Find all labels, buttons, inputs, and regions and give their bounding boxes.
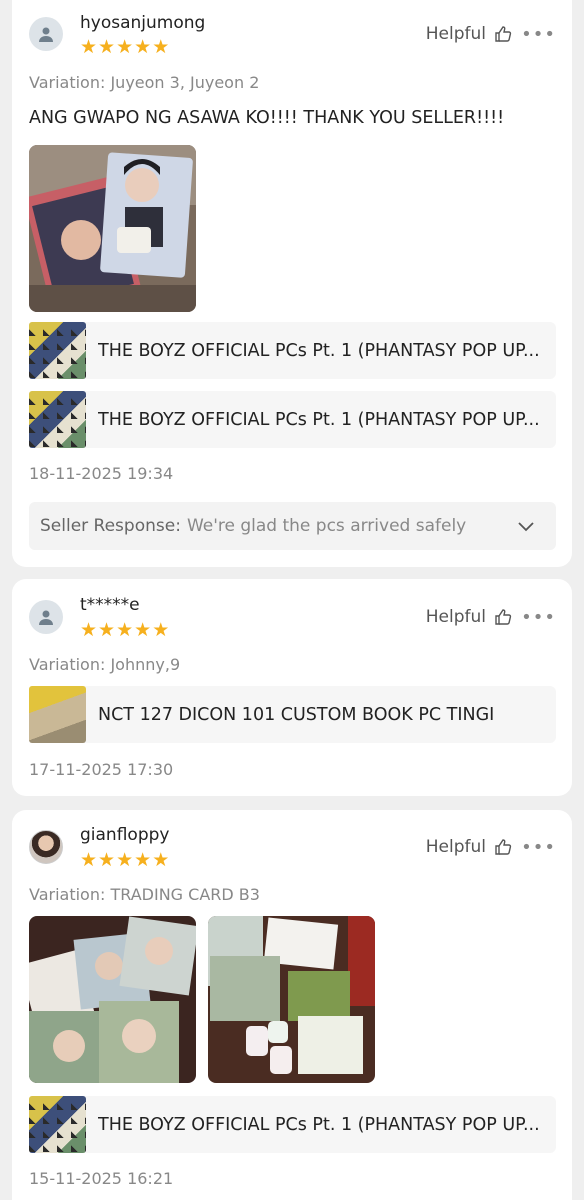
user-icon bbox=[39, 27, 53, 42]
review-photo[interactable] bbox=[29, 145, 196, 312]
product-thumbnail bbox=[29, 686, 86, 743]
variation-label: Variation: Juyeon 3, Juyeon 2 bbox=[29, 73, 260, 92]
review-photo[interactable] bbox=[208, 916, 375, 1083]
star-icon: ★ bbox=[98, 36, 116, 58]
star-icon: ★ bbox=[134, 619, 152, 641]
rating-stars: ★ ★ ★ ★ ★ bbox=[80, 38, 169, 57]
seller-response-text: We're glad the pcs arrived safely bbox=[186, 516, 467, 536]
helpful-button[interactable]: Helpful bbox=[426, 607, 512, 627]
rating-stars: ★ ★ ★ ★ ★ bbox=[80, 621, 169, 640]
star-icon: ★ bbox=[80, 36, 98, 58]
more-options-icon[interactable]: ••• bbox=[521, 24, 556, 45]
seller-response-label: Seller Response: bbox=[40, 516, 181, 536]
star-icon: ★ bbox=[80, 619, 98, 641]
product-name: NCT 127 DICON 101 CUSTOM BOOK PC TINGI bbox=[98, 704, 495, 725]
helpful-button[interactable]: Helpful bbox=[426, 837, 512, 857]
variation-label: Variation: TRADING CARD B3 bbox=[29, 885, 260, 904]
variation-label: Variation: Johnny,9 bbox=[29, 655, 181, 674]
rating-stars: ★ ★ ★ ★ ★ bbox=[80, 851, 169, 870]
product-name: THE BOYZ OFFICIAL PCs Pt. 1 (PHANTASY PO… bbox=[98, 409, 540, 430]
more-options-icon[interactable]: ••• bbox=[521, 837, 556, 858]
chevron-down-icon[interactable] bbox=[516, 516, 536, 536]
product-thumbnail bbox=[29, 1096, 86, 1153]
review-text: ANG GWAPO NG ASAWA KO!!!! THANK YOU SELL… bbox=[29, 108, 505, 128]
star-icon: ★ bbox=[134, 849, 152, 871]
review-date: 15-11-2025 16:21 bbox=[29, 1169, 174, 1188]
purchased-product[interactable]: THE BOYZ OFFICIAL PCs Pt. 1 (PHANTASY PO… bbox=[29, 322, 556, 379]
photocard-image bbox=[29, 145, 196, 312]
review-date: 17-11-2025 17:30 bbox=[29, 760, 174, 779]
product-thumbnail bbox=[29, 391, 86, 448]
purchased-product[interactable]: THE BOYZ OFFICIAL PCs Pt. 1 (PHANTASY PO… bbox=[29, 391, 556, 448]
photocard-image bbox=[208, 916, 375, 1083]
more-options-icon[interactable]: ••• bbox=[521, 607, 556, 628]
review-card: t*****e ★ ★ ★ ★ ★ Helpful ••• Variation:… bbox=[12, 579, 572, 796]
helpful-label: Helpful bbox=[425, 24, 486, 44]
star-icon: ★ bbox=[116, 36, 134, 58]
star-icon: ★ bbox=[98, 619, 116, 641]
star-icon: ★ bbox=[152, 619, 170, 641]
reviews-feed: hyosanjumong ★ ★ ★ ★ ★ Helpful ••• Varia… bbox=[0, 0, 584, 1200]
seller-response[interactable]: Seller Response: We're glad the pcs arri… bbox=[29, 502, 556, 550]
star-icon: ★ bbox=[116, 849, 134, 871]
star-icon: ★ bbox=[152, 849, 170, 871]
photocard-image bbox=[29, 916, 196, 1083]
product-name: THE BOYZ OFFICIAL PCs Pt. 1 (PHANTASY PO… bbox=[98, 1114, 540, 1135]
helpful-label: Helpful bbox=[425, 837, 486, 857]
review-photo[interactable] bbox=[29, 916, 196, 1083]
review-card: gianfloppy ★ ★ ★ ★ ★ Helpful ••• Variati… bbox=[12, 810, 572, 1200]
review-username[interactable]: t*****e bbox=[80, 595, 140, 615]
product-name: THE BOYZ OFFICIAL PCs Pt. 1 (PHANTASY PO… bbox=[98, 340, 540, 361]
helpful-button[interactable]: Helpful bbox=[426, 24, 512, 44]
purchased-product[interactable]: THE BOYZ OFFICIAL PCs Pt. 1 (PHANTASY PO… bbox=[29, 1096, 556, 1153]
star-icon: ★ bbox=[116, 619, 134, 641]
review-card: hyosanjumong ★ ★ ★ ★ ★ Helpful ••• Varia… bbox=[12, 0, 572, 567]
review-username[interactable]: gianfloppy bbox=[80, 825, 169, 845]
star-icon: ★ bbox=[152, 36, 170, 58]
review-date: 18-11-2025 19:34 bbox=[29, 464, 174, 483]
thumbs-up-icon bbox=[495, 839, 512, 855]
purchased-product[interactable]: NCT 127 DICON 101 CUSTOM BOOK PC TINGI bbox=[29, 686, 556, 743]
thumbs-up-icon bbox=[495, 609, 512, 625]
star-icon: ★ bbox=[98, 849, 116, 871]
user-icon bbox=[39, 610, 53, 625]
avatar[interactable] bbox=[29, 830, 63, 864]
product-thumbnail bbox=[29, 322, 86, 379]
review-username[interactable]: hyosanjumong bbox=[80, 13, 205, 33]
helpful-label: Helpful bbox=[425, 607, 486, 627]
star-icon: ★ bbox=[80, 849, 98, 871]
avatar[interactable] bbox=[29, 600, 63, 634]
star-icon: ★ bbox=[134, 36, 152, 58]
avatar[interactable] bbox=[29, 17, 63, 51]
thumbs-up-icon bbox=[495, 26, 512, 42]
